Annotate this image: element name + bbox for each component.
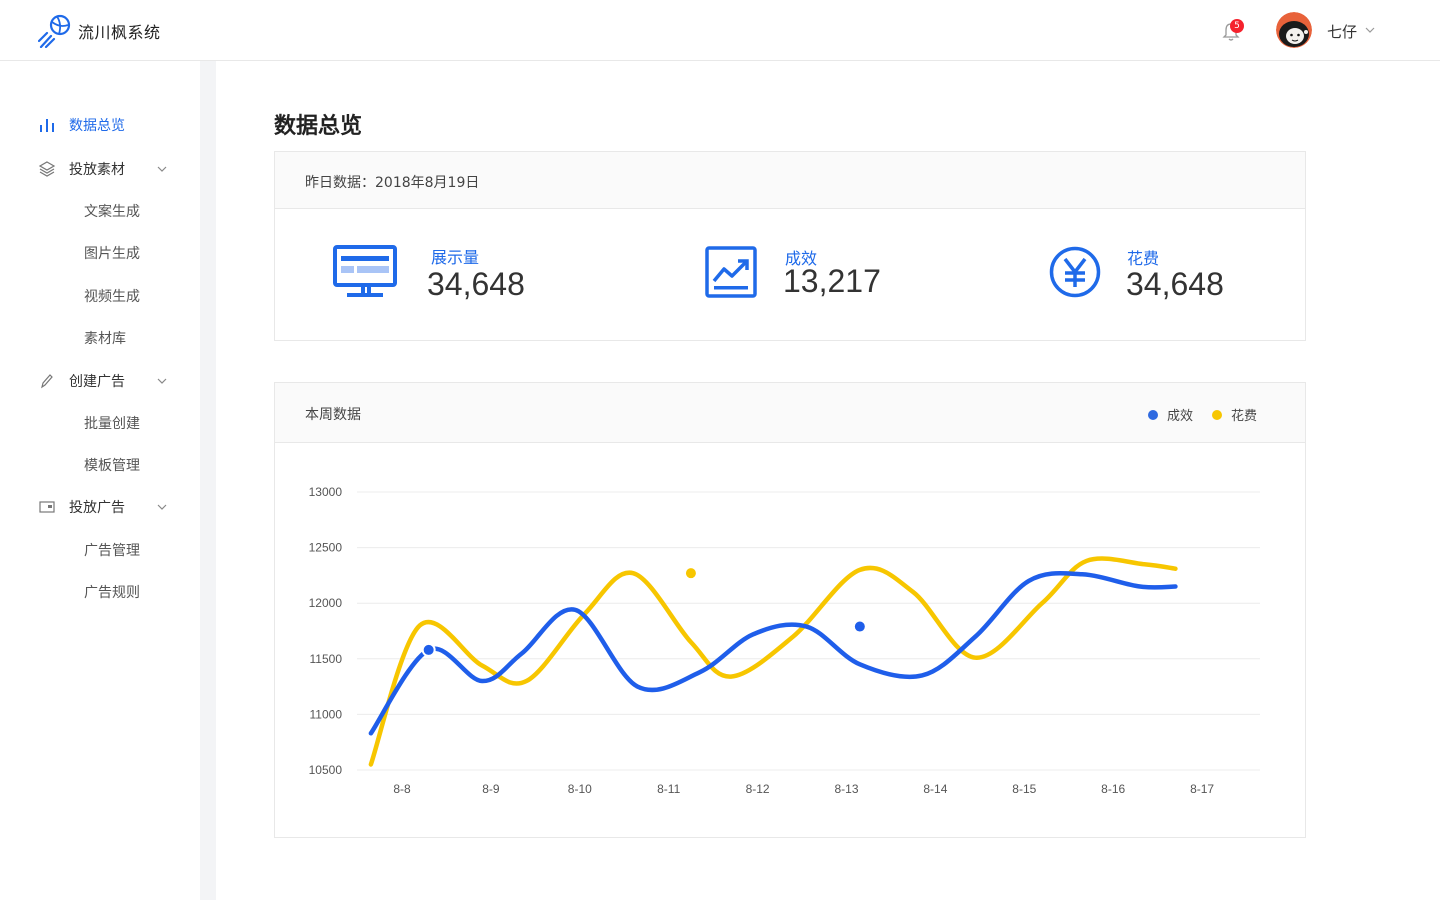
sidebar-item-data-overview[interactable]: 数据总览 — [0, 105, 200, 145]
y-tick-label: 13000 — [309, 485, 343, 499]
sidebar-subitem-material-library[interactable]: 素材库 — [0, 319, 200, 357]
avatar[interactable] — [1276, 12, 1312, 48]
y-tick-label: 11000 — [310, 707, 343, 721]
stat-value: 13,217 — [783, 263, 881, 299]
x-tick-label: 8-15 — [1012, 782, 1036, 796]
y-tick-label: 10500 — [309, 763, 343, 777]
data-point-marker[interactable] — [421, 642, 436, 657]
sidebar-item-materials[interactable]: 投放素材 — [0, 149, 200, 189]
legend-label: 成效 — [1167, 409, 1194, 424]
sidebar: 数据总览 投放素材 文案生成 图片生成 视频生成 素材库 创建广告 批量创建 模… — [0, 61, 200, 900]
x-tick-label: 8-8 — [393, 782, 411, 796]
username[interactable]: 七仔 — [1327, 21, 1357, 42]
weekly-data-card: 本周数据 成效 花费 10500 11000 11500 12000 12500 1300… — [274, 382, 1306, 838]
x-tick-label: 8-17 — [1190, 782, 1214, 796]
data-point-marker[interactable] — [852, 619, 867, 634]
legend-dot — [1212, 409, 1222, 420]
card-header: 本周数据 成效 花费 — [275, 383, 1305, 443]
x-tick-label: 8-9 — [482, 782, 500, 796]
sidebar-subitem-label: 文案生成 — [84, 204, 140, 220]
yen-icon — [1049, 246, 1101, 298]
card-icon — [39, 501, 55, 513]
x-tick-label: 8-11 — [657, 782, 680, 796]
sidebar-subitem-batch-create[interactable]: 批量创建 — [0, 404, 200, 442]
chevron-down-icon — [157, 378, 167, 384]
legend-label: 花费 — [1231, 409, 1258, 424]
legend-item-effect[interactable]: 成效 — [1148, 405, 1193, 424]
top-header: 流川枫系统 5 七仔 — [0, 0, 1440, 61]
legend-item-cost[interactable]: 花费 — [1212, 405, 1257, 424]
trend-chart-icon — [705, 246, 757, 298]
x-tick-label: 8-10 — [568, 782, 592, 796]
sidebar-subitem-template-manage[interactable]: 模板管理 — [0, 446, 200, 484]
basketball-logo-icon — [38, 14, 71, 48]
weekly-line-chart: 10500 11000 11500 12000 12500 13000 8-8 8-9 8-10… — [309, 485, 1260, 796]
sidebar-subitem-label: 模板管理 — [84, 458, 140, 474]
page-title: 数据总览 — [274, 114, 363, 139]
sidebar-subitem-label: 素材库 — [84, 331, 126, 347]
sidebar-item-label: 创建广告 — [69, 374, 125, 390]
sidebar-item-deliver-ad[interactable]: 投放广告 — [0, 487, 200, 527]
sidebar-divider — [200, 61, 216, 900]
chevron-down-icon — [157, 504, 167, 510]
data-point-marker[interactable] — [683, 566, 698, 581]
logo[interactable]: 流川枫系统 — [38, 14, 161, 48]
sidebar-subitem-ad-rules[interactable]: 广告规则 — [0, 573, 200, 611]
sidebar-subitem-copy-generation[interactable]: 文案生成 — [0, 192, 200, 230]
y-tick-label: 12000 — [309, 596, 343, 610]
yesterday-stats-card: 昨日数据：2018年8月19日 展示量 34,648 成效 13,217 花费 … — [274, 151, 1306, 341]
layers-icon — [38, 161, 56, 177]
legend-dot — [1148, 409, 1158, 420]
sidebar-subitem-label: 视频生成 — [84, 289, 140, 305]
avatar-image — [1276, 12, 1312, 48]
sidebar-subitem-label: 广告规则 — [84, 585, 140, 601]
x-tick-label: 8-12 — [746, 782, 770, 796]
sidebar-item-label: 投放素材 — [69, 162, 125, 178]
monitor-icon — [333, 245, 397, 297]
sidebar-item-create-ad[interactable]: 创建广告 — [0, 361, 200, 401]
stat-value: 34,648 — [427, 266, 525, 302]
pencil-icon — [41, 374, 53, 389]
yesterday-date-label: 昨日数据：2018年8月19日 — [305, 175, 480, 191]
sidebar-subitem-label: 图片生成 — [84, 246, 140, 262]
app-name: 流川枫系统 — [78, 23, 161, 42]
stat-label: 展示量 — [431, 248, 480, 267]
y-tick-label: 11500 — [310, 652, 343, 666]
sidebar-subitem-label: 批量创建 — [84, 416, 140, 432]
bar-chart-icon — [40, 119, 54, 132]
card-header: 昨日数据：2018年8月19日 — [275, 152, 1305, 209]
sidebar-subitem-image-generation[interactable]: 图片生成 — [0, 234, 200, 272]
sidebar-subitem-label: 广告管理 — [84, 543, 140, 559]
x-tick-label: 8-13 — [834, 782, 858, 796]
chevron-down-icon[interactable] — [1364, 24, 1376, 36]
stat-value: 34,648 — [1126, 266, 1224, 302]
sidebar-item-label: 投放广告 — [69, 500, 125, 516]
sidebar-item-label: 数据总览 — [69, 118, 125, 134]
sidebar-subitem-ad-manage[interactable]: 广告管理 — [0, 531, 200, 569]
chart-title: 本周数据 — [305, 407, 361, 423]
x-tick-label: 8-16 — [1101, 782, 1125, 796]
series-line-cost — [368, 556, 1178, 767]
sidebar-subitem-video-generation[interactable]: 视频生成 — [0, 277, 200, 315]
x-tick-label: 8-14 — [923, 782, 947, 796]
y-tick-label: 12500 — [309, 541, 343, 555]
notification-badge: 5 — [1230, 19, 1244, 33]
chevron-down-icon — [157, 166, 167, 172]
